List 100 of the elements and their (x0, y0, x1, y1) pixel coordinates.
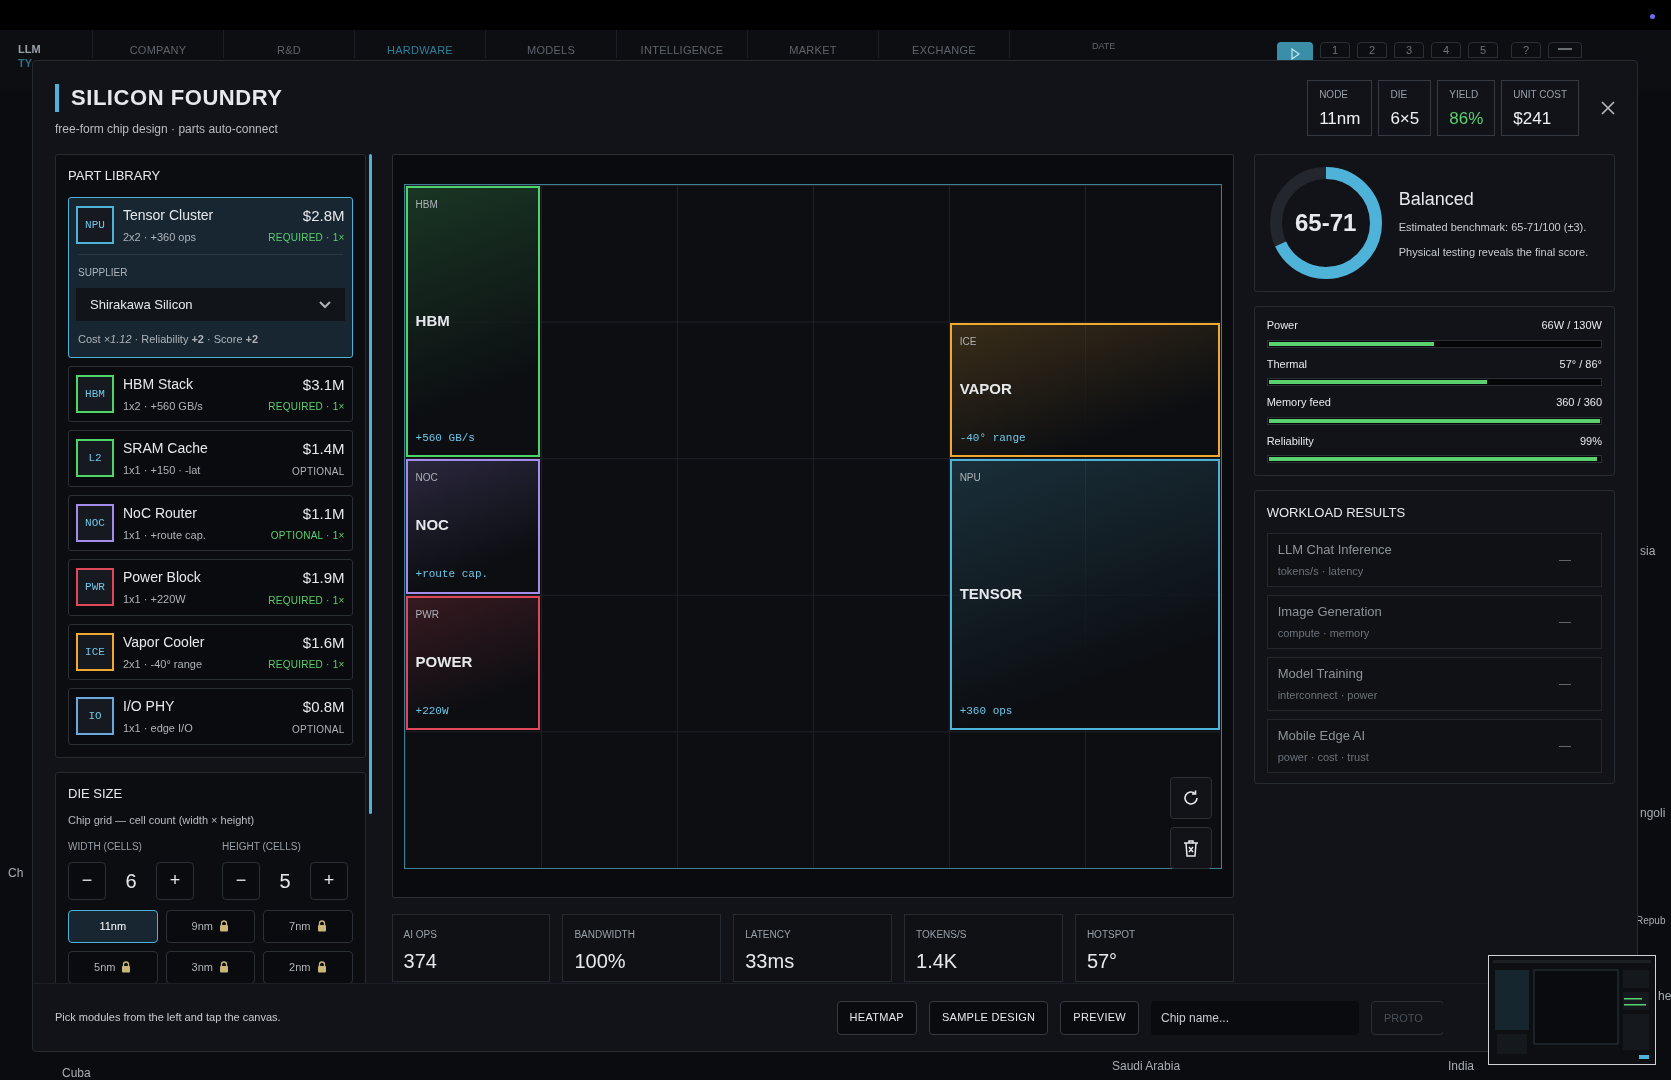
module-stat: +220W (415, 703, 450, 719)
chip-module[interactable]: PWR POWER +220W (405, 595, 540, 731)
logo-text: TY (18, 56, 34, 70)
panel-title: PART LIBRARY (68, 167, 162, 185)
minus-button[interactable]: − (222, 861, 260, 900)
workload-result: — (1559, 613, 1571, 631)
metric-value: 57° (1086, 949, 1119, 974)
supplier-dropdown[interactable]: Shirakawa Silicon (76, 288, 345, 321)
metric-label: TOKENS/S (916, 928, 968, 942)
node-button[interactable]: 11nm (68, 909, 158, 943)
plus-button[interactable]: + (156, 861, 194, 900)
part-card[interactable]: L2 SRAM Cache 1x1 · +150 · -lat $1.4M OPTIONAL (68, 430, 353, 487)
menu-icon[interactable] (1548, 42, 1582, 58)
action-button[interactable]: PREVIEW (1060, 1000, 1139, 1035)
play-icon (1289, 48, 1301, 60)
map-label: Ch (8, 865, 24, 882)
modal-subtitle: free-form chip design · parts auto-connect (55, 121, 279, 138)
meter-reading: 99% (1579, 433, 1602, 449)
part-tag: REQUIRED · 1× (268, 399, 345, 414)
nav-tab[interactable]: HARDWARE (354, 30, 485, 58)
chip-module[interactable]: ICE VAPOR -40° range (949, 322, 1220, 458)
module-name: HBM (415, 310, 451, 331)
part-price: $0.8M (302, 697, 345, 717)
metric-label: HOTSPOT (1086, 928, 1137, 942)
chip-module[interactable]: NPU TENSOR +360 ops (949, 459, 1220, 731)
workload-metrics: interconnect · power (1277, 688, 1378, 703)
metric-label: LATENCY (745, 928, 792, 942)
stat-value: 11nm (1319, 108, 1361, 130)
part-name: HBM Stack (123, 374, 194, 394)
chip-icon: ICE (76, 632, 114, 671)
minus-button[interactable]: − (68, 861, 106, 900)
plus-button[interactable]: + (310, 861, 348, 900)
meter-reading: 66W / 130W (1541, 318, 1602, 333)
hint-text: Pick modules from the left and tap the canvas. (55, 1010, 281, 1026)
part-tag: REQUIRED · 1× (268, 592, 345, 608)
part-tag: OPTIONAL (292, 721, 345, 737)
part-tag: REQUIRED · 1× (268, 230, 345, 245)
scrollbar-thumb[interactable] (368, 154, 372, 814)
module-stat: +route cap. (415, 567, 490, 583)
meter-label: Thermal (1266, 356, 1307, 372)
part-price: $2.8M (302, 205, 345, 226)
minimap-drawing[interactable] (1488, 955, 1656, 1065)
modal-title: SILICON FOUNDRY (71, 84, 283, 112)
panel-title: WORKLOAD RESULTS (1266, 504, 1407, 522)
chip-icon: PWR (76, 568, 114, 607)
chip-name-field[interactable]: Chip name... (1151, 1000, 1359, 1035)
workload-result: — (1559, 551, 1571, 569)
chip-module[interactable]: HBM HBM +560 GB/s (405, 186, 540, 458)
refresh-button[interactable] (1169, 777, 1212, 819)
part-card[interactable]: PWR Power Block 1x1 · +220W $1.9M REQUIRED · 1× (68, 559, 353, 616)
chip-icon: HBM (76, 374, 114, 413)
part-card[interactable]: NPU Tensor Cluster 2x2 · +360 ops $2.8M REQUIRED · 1× SUPPLIER Shirakawa Silicon Cost ×1.12 · Reliability +2 · Score +2 (68, 196, 353, 358)
metric-label: AI OPS (403, 928, 438, 942)
node-button[interactable]: 9nm (165, 909, 256, 943)
close-icon[interactable] (1601, 101, 1615, 115)
action-button[interactable]: SAMPLE DESIGN (928, 1000, 1049, 1035)
node-button[interactable]: 3nm (165, 950, 256, 983)
chip-icon: NOC (76, 503, 114, 542)
part-card[interactable]: ICE Vapor Cooler 2x1 · -40° range $1.6M REQUIRED · 1× (68, 623, 353, 680)
module-code: NOC (415, 471, 439, 486)
part-card[interactable]: NOC NoC Router 1x1 · +route cap. $1.1M OPTIONAL · 1× (68, 494, 353, 551)
workload-name: LLM Chat Inference (1277, 540, 1392, 559)
stat-label: YIELD (1449, 88, 1480, 102)
speed-button[interactable]: 4 (1431, 42, 1461, 58)
node-button[interactable]: 5nm (68, 950, 158, 983)
stepper-value: 5 (278, 868, 292, 894)
metric-value: 33ms (745, 949, 796, 974)
part-spec: 2x2 · +360 ops (123, 229, 198, 245)
score-text: Estimated benchmark: 65-71/100 (±3). (1398, 220, 1588, 235)
field-label: WIDTH (CELLS) (68, 839, 143, 854)
chip-grid[interactable]: HBM HBM +560 GB/s NOC NOC +route cap. PWR POWER +220W ICE VAPOR -40° range NPU TENSOR +360 ops (403, 184, 1222, 869)
trash-icon (1182, 839, 1199, 857)
part-price: $1.4M (302, 439, 345, 459)
supplier-effects: Cost ×1.12 · Reliability +2 · Score +2 (78, 332, 260, 347)
module-stat: +560 GB/s (415, 430, 476, 446)
logo-text: LLM (18, 42, 42, 56)
map-label: India (1448, 1058, 1475, 1075)
part-card[interactable]: HBM HBM Stack 1x2 · +560 GB/s $3.1M REQUIRED · 1× (68, 365, 353, 422)
chip-icon: L2 (76, 439, 114, 478)
map-label: sia (1640, 543, 1656, 560)
action-button[interactable]: HEATMAP (836, 1000, 917, 1035)
chip-module[interactable]: NOC NOC +route cap. (405, 459, 540, 594)
speed-button[interactable]: 1 (1320, 42, 1350, 58)
workload-result: — (1559, 737, 1571, 755)
field-label: SUPPLIER (78, 266, 129, 280)
delete-button[interactable] (1169, 827, 1212, 869)
panel-title: DIE SIZE (68, 784, 124, 803)
module-name: NOC (415, 515, 450, 536)
part-tag: OPTIONAL (292, 463, 345, 479)
help-button[interactable]: ? (1511, 42, 1541, 58)
lock-icon (316, 920, 327, 932)
node-button[interactable]: 7nm (263, 909, 353, 943)
node-button[interactable]: 2nm (263, 950, 353, 983)
part-card[interactable]: IO I/O PHY 1x1 · edge I/O $0.8M OPTIONAL (68, 688, 353, 745)
meter-reading: 360 / 360 (1556, 395, 1602, 410)
module-code: PWR (415, 607, 440, 622)
speed-button[interactable]: 3 (1394, 42, 1424, 58)
title-accent (55, 83, 59, 112)
speed-button[interactable]: 2 (1357, 42, 1387, 58)
speed-button[interactable]: 5 (1468, 42, 1498, 58)
